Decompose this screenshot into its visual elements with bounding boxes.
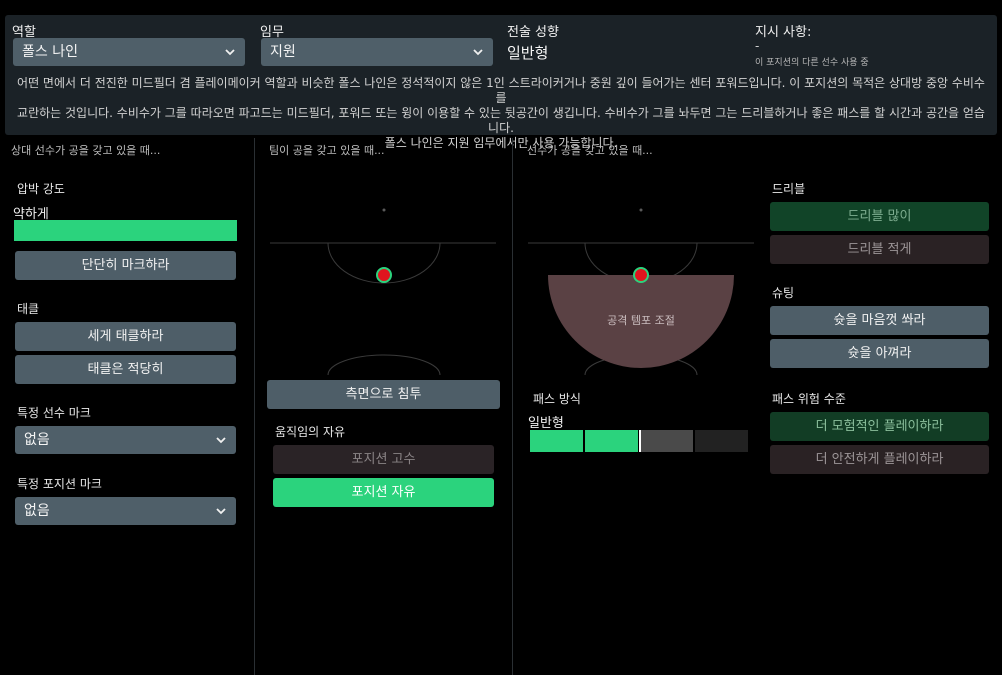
role-value: 폴스 나인 bbox=[22, 44, 78, 60]
mark-position-value: 없음 bbox=[24, 503, 50, 519]
chevron-down-icon bbox=[216, 437, 226, 444]
passing-label: 패스 방식 bbox=[533, 392, 581, 406]
instructions-value: - bbox=[755, 39, 760, 53]
chevron-down-icon bbox=[473, 49, 483, 56]
instructions-note: 이 포지션의 다른 선수 사용 중 bbox=[755, 58, 869, 68]
hold-position-button[interactable]: 포지션 고수 bbox=[273, 445, 494, 474]
player-position-marker bbox=[633, 267, 649, 283]
penalty-spot bbox=[382, 208, 386, 212]
duty-value: 지원 bbox=[270, 44, 296, 60]
description-line: 어떤 면에서 더 전진한 미드필더 겸 플레이메이커 역할과 비슷한 폴스 나인… bbox=[17, 76, 985, 105]
tempo-zone-label: 공격 템포 조절 bbox=[607, 314, 675, 327]
passing-slider-marker bbox=[639, 430, 641, 452]
pitch-diagram-team bbox=[270, 208, 496, 375]
role-panel: 역할 폴스 나인 임무 지원 전술 성향 일반형 지시 사항: - 이 포지션의… bbox=[5, 15, 997, 150]
dribble-label: 드리블 bbox=[772, 182, 806, 196]
role-dropdown[interactable]: 폴스 나인 bbox=[13, 38, 245, 66]
shoot-more-button[interactable]: 슛을 마음껏 쏴라 bbox=[770, 306, 989, 335]
freedom-label: 움직임의 자유 bbox=[275, 425, 346, 439]
arc-line bbox=[327, 354, 441, 375]
shoot-less-button[interactable]: 슛을 아껴라 bbox=[770, 339, 989, 368]
risk-less-button[interactable]: 더 안전하게 플레이하라 bbox=[770, 445, 989, 474]
column-divider bbox=[254, 138, 255, 675]
roam-button[interactable]: 포지션 자유 bbox=[273, 478, 494, 507]
dribble-more-button[interactable]: 드리블 많이 bbox=[770, 202, 989, 231]
instructions-label: 지시 사항: bbox=[755, 25, 812, 40]
column-divider bbox=[512, 138, 513, 675]
mark-player-dropdown[interactable]: 없음 bbox=[15, 426, 236, 454]
col2-header: 팀이 공을 갖고 있을 때... bbox=[269, 144, 385, 157]
tackle-hard-button[interactable]: 세게 태클하라 bbox=[15, 322, 236, 351]
player-position-marker bbox=[376, 267, 392, 283]
chevron-down-icon bbox=[216, 508, 226, 515]
risk-more-button[interactable]: 더 모험적인 플레이하라 bbox=[770, 412, 989, 441]
pressing-label: 압박 강도 bbox=[17, 182, 65, 196]
pitch-diagram-player: 공격 템포 조절 bbox=[528, 208, 754, 375]
role-description: 어떤 면에서 더 전진한 미드필더 겸 플레이메이커 역할과 비슷한 폴스 나인… bbox=[13, 76, 989, 151]
mark-tight-button[interactable]: 단단히 마크하라 bbox=[15, 251, 236, 280]
col3-header: 선수가 공을 갖고 있을 때... bbox=[527, 144, 653, 157]
pressing-slider[interactable] bbox=[14, 220, 237, 241]
passing-slider-segment bbox=[695, 430, 748, 452]
chevron-down-icon bbox=[225, 49, 235, 56]
style-value: 일반형 bbox=[507, 44, 549, 62]
col1-header: 상대 선수가 공을 갖고 있을 때... bbox=[11, 144, 161, 157]
passing-value: 일반형 bbox=[528, 416, 564, 431]
passing-slider-segment bbox=[640, 430, 693, 452]
risk-label: 패스 위험 수준 bbox=[772, 392, 846, 406]
wide-run-button[interactable]: 측면으로 침투 bbox=[267, 380, 500, 409]
mark-player-label: 특정 선수 마크 bbox=[17, 406, 91, 420]
shoot-label: 슈팅 bbox=[772, 286, 795, 300]
mark-position-dropdown[interactable]: 없음 bbox=[15, 497, 236, 525]
passing-slider-segment bbox=[530, 430, 583, 452]
mark-player-value: 없음 bbox=[24, 432, 50, 448]
tackle-label: 태클 bbox=[17, 302, 40, 316]
pressing-slider-fill bbox=[14, 220, 237, 241]
duty-dropdown[interactable]: 지원 bbox=[261, 38, 493, 66]
dribble-less-button[interactable]: 드리블 적게 bbox=[770, 235, 989, 264]
description-line: 교란하는 것입니다. 수비수가 그를 따라오면 파고드는 미드필더, 포워드 또… bbox=[17, 106, 985, 135]
mark-position-label: 특정 포지션 마크 bbox=[17, 477, 102, 491]
passing-slider-segment bbox=[585, 430, 638, 452]
tackle-moderate-button[interactable]: 태클은 적당히 bbox=[15, 355, 236, 384]
penalty-spot bbox=[639, 208, 643, 212]
style-label: 전술 성향 bbox=[507, 25, 559, 40]
